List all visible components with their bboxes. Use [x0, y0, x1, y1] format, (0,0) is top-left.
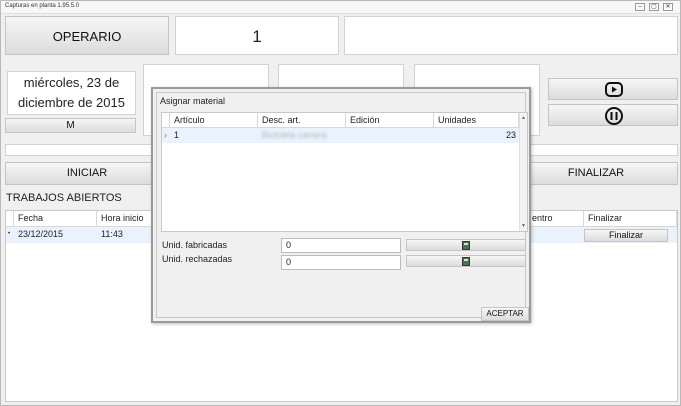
calculator-icon [462, 241, 470, 250]
cell-hora: 11:43 [101, 229, 123, 239]
title-bar: Capturas en planta 1.95.5.0 – ▢ ✕ [1, 1, 680, 14]
pause-button[interactable] [548, 104, 678, 126]
dialog-title: Asignar material [160, 96, 226, 106]
cell-fecha: 23/12/2015 [18, 229, 64, 239]
trabajos-abiertos-title: TRABAJOS ABIERTOS [6, 192, 122, 204]
close-icon[interactable]: ✕ [663, 3, 673, 11]
cell-articulo: 1 [174, 130, 180, 140]
row-marker: • [8, 231, 11, 237]
asignar-material-dialog: Asignar material Artículo Desc. art. Edi… [151, 87, 531, 323]
cell-unidades: 23 [505, 130, 516, 140]
unid-rechazadas-input[interactable]: 0 [281, 255, 401, 270]
unid-rechazadas-calculator-button[interactable] [406, 255, 526, 267]
col-fecha[interactable]: Fecha [14, 211, 97, 227]
iniciar-button[interactable]: INICIAR [5, 162, 169, 185]
cell-desc-art: Bicicleta carrera [262, 130, 327, 140]
row-finalizar-button[interactable]: Finalizar [584, 229, 668, 242]
date-line-1: miércoles, 23 de [23, 75, 120, 90]
scroll-up-icon[interactable]: ▲ [521, 115, 526, 121]
play-button[interactable] [548, 78, 678, 100]
m-button[interactable]: M [5, 118, 136, 133]
unid-rechazadas-label: Unid. rechazadas [162, 254, 233, 264]
maximize-icon[interactable]: ▢ [649, 3, 659, 11]
operario-name-box [344, 16, 678, 55]
scroll-down-icon[interactable]: ▼ [521, 223, 526, 229]
col-centro[interactable]: entro [528, 211, 584, 227]
minimize-icon[interactable]: – [635, 3, 645, 11]
cell-edicion [346, 128, 350, 143]
finalizar-button[interactable]: FINALIZAR [514, 162, 678, 185]
dialog-panel: Asignar material Artículo Desc. art. Edi… [156, 92, 529, 321]
row-header-cell [6, 211, 14, 227]
window-title: Capturas en planta 1.95.5.0 [5, 3, 80, 9]
col-edicion[interactable]: Edición [346, 113, 434, 128]
date-line-2: diciembre de 2015 [18, 95, 125, 110]
row-marker: › [164, 130, 167, 140]
date-display: miércoles, 23 de diciembre de 2015 [7, 71, 136, 115]
app-window: Capturas en planta 1.95.5.0 – ▢ ✕ OPERAR… [0, 0, 681, 406]
unid-fabricadas-label: Unid. fabricadas [162, 240, 228, 250]
material-table: Artículo Desc. art. Edición Unidades › 1… [161, 112, 528, 232]
aceptar-button[interactable]: ACEPTAR [481, 307, 529, 321]
unid-fabricadas-calculator-button[interactable] [406, 239, 526, 251]
col-unidades[interactable]: Unidades [434, 113, 519, 128]
operario-number: 1 [175, 16, 339, 55]
col-hora-inicio[interactable]: Hora inicio [97, 211, 157, 227]
col-desc-art[interactable]: Desc. art. [258, 113, 346, 128]
col-finalizar[interactable]: Finalizar [584, 211, 677, 227]
unid-fabricadas-input[interactable]: 0 [281, 238, 401, 253]
pause-icon [605, 107, 623, 125]
row-header-cell [162, 113, 170, 128]
calculator-icon [462, 257, 470, 266]
play-icon [605, 82, 623, 97]
col-articulo[interactable]: Artículo [170, 113, 258, 128]
vertical-scrollbar[interactable]: ▲ ▼ [519, 113, 527, 231]
operario-label: OPERARIO [5, 16, 169, 55]
